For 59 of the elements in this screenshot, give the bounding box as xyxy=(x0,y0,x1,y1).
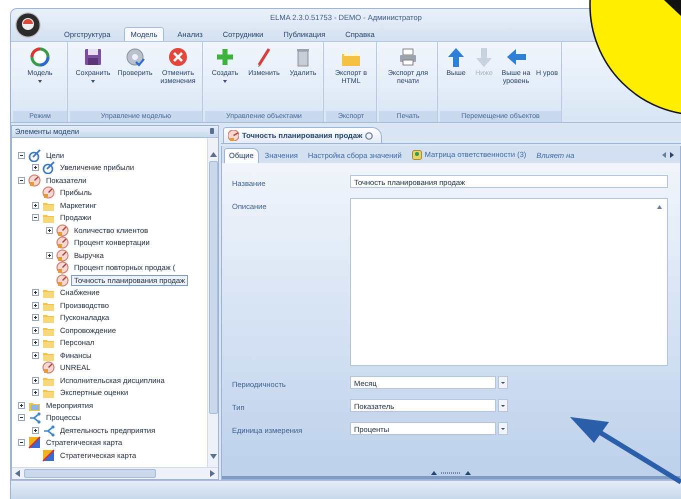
gauge-icon xyxy=(56,274,69,287)
expander-icon[interactable] xyxy=(18,414,25,422)
scroll-left-icon[interactable] xyxy=(15,470,20,477)
gauge-icon xyxy=(228,130,239,141)
tab-scroll-left-icon[interactable] xyxy=(662,152,666,158)
gauge-icon xyxy=(28,174,41,187)
expander-icon[interactable] xyxy=(46,252,53,259)
gear-icon xyxy=(124,46,146,68)
dropdown-button[interactable] xyxy=(498,376,508,389)
gauge-icon xyxy=(56,261,69,274)
arrow-left-icon xyxy=(505,46,527,68)
gauge-icon xyxy=(56,236,69,250)
expander-icon[interactable] xyxy=(32,339,39,346)
dropdown-arrow-icon xyxy=(223,80,227,85)
gauge-icon xyxy=(56,248,69,262)
pin-icon[interactable] xyxy=(210,128,214,134)
expander-icon[interactable] xyxy=(32,352,39,359)
scroll-up-icon[interactable] xyxy=(657,205,662,209)
expander-icon[interactable] xyxy=(32,302,39,309)
expander-icon[interactable] xyxy=(32,426,39,434)
ring-icon xyxy=(29,46,51,68)
branch-icon xyxy=(42,424,55,437)
branch-icon xyxy=(28,411,41,424)
scrollbar-thumb[interactable] xyxy=(208,161,218,414)
expander-icon[interactable] xyxy=(46,226,53,234)
gauge-icon xyxy=(42,186,55,200)
arrow-up-icon xyxy=(445,46,467,68)
expander-icon[interactable] xyxy=(18,402,25,409)
gauge-icon xyxy=(56,224,69,237)
chart-icon xyxy=(42,448,55,462)
scrollbar-thumb[interactable] xyxy=(24,469,156,478)
scroll-up-icon[interactable] xyxy=(210,152,216,157)
close-icon[interactable] xyxy=(365,132,374,140)
app-logo[interactable] xyxy=(15,12,41,38)
expander-icon[interactable] xyxy=(32,164,39,172)
printer-icon xyxy=(397,46,419,68)
expander-icon[interactable] xyxy=(32,326,39,334)
tab-scroll-right-icon[interactable] xyxy=(670,152,674,158)
scroll-down-icon[interactable] xyxy=(210,454,216,459)
expander-icon[interactable] xyxy=(32,289,39,296)
splitter-grip-icon[interactable] xyxy=(431,470,471,475)
expander-icon[interactable] xyxy=(18,176,25,184)
plus-icon xyxy=(214,46,236,68)
expander-icon[interactable] xyxy=(32,389,39,396)
expander-icon[interactable] xyxy=(32,214,39,222)
expander-icon[interactable] xyxy=(32,314,39,322)
dropdown-arrow-icon xyxy=(38,80,42,85)
expander-icon[interactable] xyxy=(18,439,25,446)
expander-icon[interactable] xyxy=(32,202,39,209)
gauge-icon xyxy=(42,361,55,374)
cancel-icon xyxy=(167,46,189,68)
dropdown-arrow-icon xyxy=(91,80,95,85)
chart-icon xyxy=(28,436,41,450)
dropdown-button[interactable] xyxy=(498,422,508,435)
expander-icon[interactable] xyxy=(32,376,39,384)
dropdown-button[interactable] xyxy=(498,399,508,412)
scroll-right-icon[interactable] xyxy=(210,470,215,477)
arrow-down-icon xyxy=(473,46,495,68)
expander-icon[interactable] xyxy=(18,152,25,159)
